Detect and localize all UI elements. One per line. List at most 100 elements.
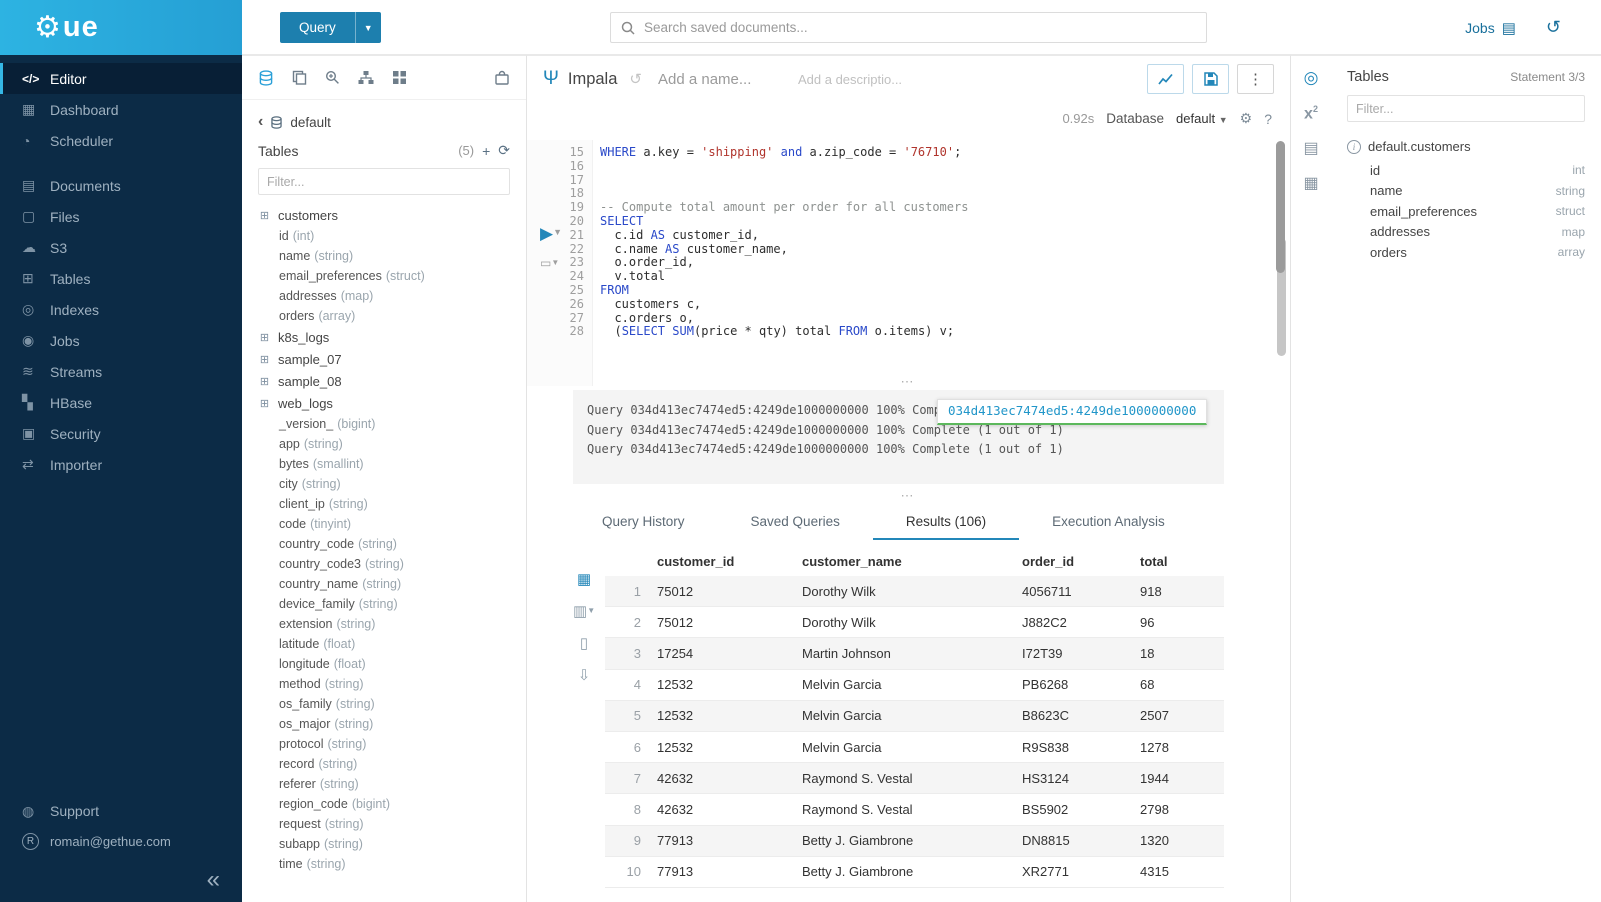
assist-table-web_logs[interactable]: ⊞web_logs [258, 392, 510, 414]
assist-column[interactable]: id(int) [258, 226, 510, 246]
assist-column[interactable]: _version_(bigint) [258, 414, 510, 434]
right-column[interactable]: idint [1347, 160, 1585, 181]
assist-column[interactable]: country_code3(string) [258, 554, 510, 574]
add-table-icon[interactable]: + [482, 143, 490, 159]
resize-handle-top[interactable]: ⋯ [901, 374, 917, 390]
assist-column[interactable]: bytes(smallint) [258, 454, 510, 474]
assist-column[interactable]: addresses(map) [258, 286, 510, 306]
assist-column[interactable]: city(string) [258, 474, 510, 494]
query-id-tooltip[interactable]: 034d413ec7474ed5:4249de1000000000 [937, 399, 1207, 425]
breadcrumb-database[interactable]: default [290, 115, 331, 130]
assist-sitemap-icon[interactable] [358, 70, 374, 85]
assist-column[interactable]: url(string) [258, 874, 510, 876]
refresh-icon[interactable]: ⟳ [498, 142, 510, 159]
right-filter-input[interactable] [1347, 95, 1585, 122]
assist-collections-icon[interactable] [494, 70, 510, 86]
right-column[interactable]: email_preferencesstruct [1347, 201, 1585, 222]
sidebar-item-user[interactable]: R romain@gethue.com [0, 826, 242, 856]
assist-table-k8s_logs[interactable]: ⊞k8s_logs [258, 326, 510, 348]
query-history-icon[interactable]: ↺ [629, 70, 642, 88]
right-active-table[interactable]: i default.customers [1347, 139, 1585, 154]
sidebar-item-indexes[interactable]: ◎Indexes [0, 294, 242, 325]
assist-table-customers[interactable]: ⊞customers [258, 204, 510, 226]
sidebar-item-importer[interactable]: ⇄Importer [0, 449, 242, 480]
sidebar-item-dashboard[interactable]: ▦Dashboard [0, 94, 242, 125]
sidebar-item-editor[interactable]: </>Editor [0, 63, 242, 94]
assist-column[interactable]: orders(array) [258, 306, 510, 326]
execute-button[interactable]: ▶▼ [540, 224, 562, 244]
collapse-sidebar-icon[interactable]: « [207, 866, 220, 894]
tab-results-106-[interactable]: Results (106) [873, 503, 1019, 540]
editor-help-icon[interactable]: ? [1264, 111, 1272, 127]
assist-column[interactable]: longitude(float) [258, 654, 510, 674]
sidebar-item-scheduler[interactable]: ◔Scheduler [0, 125, 242, 156]
assist-column[interactable]: record(string) [258, 754, 510, 774]
tab-query-history[interactable]: Query History [569, 503, 718, 540]
sidebar-item-hbase[interactable]: ▚HBase [0, 387, 242, 418]
back-chevron-icon[interactable]: ‹ [258, 114, 263, 130]
results-chart-icon[interactable]: ▥▼ [573, 604, 595, 619]
assist-column[interactable]: code(tinyint) [258, 514, 510, 534]
assist-column[interactable]: country_code(string) [258, 534, 510, 554]
main-scrollbar[interactable] [1276, 141, 1285, 273]
query-button[interactable]: Query [280, 12, 355, 43]
assist-column[interactable]: latitude(float) [258, 634, 510, 654]
functions-icon[interactable]: x2 [1304, 105, 1318, 122]
right-column[interactable]: namestring [1347, 181, 1585, 202]
sidebar-item-jobs[interactable]: ◉Jobs [0, 325, 242, 356]
database-select[interactable]: default ▼ [1176, 111, 1228, 126]
resize-handle-bottom[interactable]: ⋯ [901, 488, 917, 504]
assist-column[interactable]: extension(string) [258, 614, 510, 634]
sidebar-item-files[interactable]: ▢Files [0, 201, 242, 232]
assist-column[interactable]: app(string) [258, 434, 510, 454]
assist-column[interactable]: time(string) [258, 854, 510, 874]
results-grid-icon[interactable]: ▦ [577, 572, 591, 587]
code-editor[interactable]: 15WHERE a.key = 'shipping' and a.zip_cod… [527, 140, 1290, 386]
assist-column[interactable]: device_family(string) [258, 594, 510, 614]
assist-table-sample_08[interactable]: ⊞sample_08 [258, 370, 510, 392]
query-description-input[interactable] [798, 72, 918, 87]
language-reference-icon[interactable]: ▤ [1303, 141, 1318, 157]
assist-databases-icon[interactable] [258, 70, 274, 86]
sidebar-item-streams[interactable]: ≋Streams [0, 356, 242, 387]
tab-saved-queries[interactable]: Saved Queries [718, 503, 873, 540]
snippet-settings-icon[interactable]: ▭▼ [540, 256, 559, 270]
hue-logo[interactable]: ⚙ ue [0, 0, 242, 55]
sidebar-item-tables[interactable]: ⊞Tables [0, 263, 242, 294]
sidebar-item-documents[interactable]: ▤Documents [0, 170, 242, 201]
save-button[interactable] [1192, 64, 1229, 94]
assist-column[interactable]: subapp(string) [258, 834, 510, 854]
jobs-link[interactable]: Jobs ▤ [1465, 19, 1516, 37]
more-actions-button[interactable]: ⋮ [1237, 64, 1274, 94]
chart-button[interactable] [1147, 64, 1184, 94]
editor-settings-icon[interactable]: ⚙ [1240, 110, 1253, 127]
assist-search-icon[interactable] [325, 70, 340, 85]
query-dropdown-caret[interactable]: ▼ [355, 12, 381, 43]
assist-column[interactable]: email_preferences(struct) [258, 266, 510, 286]
query-name-input[interactable] [658, 71, 788, 88]
assist-column[interactable]: method(string) [258, 674, 510, 694]
assist-column[interactable]: name(string) [258, 246, 510, 266]
assist-column[interactable]: request(string) [258, 814, 510, 834]
schedule-icon[interactable]: ▦ [1303, 176, 1318, 192]
sidebar-item-support[interactable]: ◍ Support [0, 796, 242, 826]
assist-documents-icon[interactable] [292, 70, 307, 85]
assist-column[interactable]: os_family(string) [258, 694, 510, 714]
assist-filter-input[interactable] [258, 168, 510, 195]
history-icon[interactable]: ↺ [1546, 17, 1561, 38]
assist-column[interactable]: country_name(string) [258, 574, 510, 594]
results-columns-icon[interactable]: ▯ [580, 636, 588, 651]
assist-apps-icon[interactable] [392, 70, 407, 85]
assist-column[interactable]: os_major(string) [258, 714, 510, 734]
sidebar-item-security[interactable]: ▣Security [0, 418, 242, 449]
sidebar-item-s3[interactable]: ☁S3 [0, 232, 242, 263]
search-input[interactable] [644, 20, 1196, 35]
right-column[interactable]: ordersarray [1347, 242, 1585, 263]
tab-execution-analysis[interactable]: Execution Analysis [1019, 503, 1198, 540]
assist-table-sample_07[interactable]: ⊞sample_07 [258, 348, 510, 370]
assist-column[interactable]: client_ip(string) [258, 494, 510, 514]
assist-column[interactable]: protocol(string) [258, 734, 510, 754]
assist-column[interactable]: region_code(bigint) [258, 794, 510, 814]
assist-column[interactable]: referer(string) [258, 774, 510, 794]
results-download-icon[interactable]: ⇩ [578, 668, 591, 683]
